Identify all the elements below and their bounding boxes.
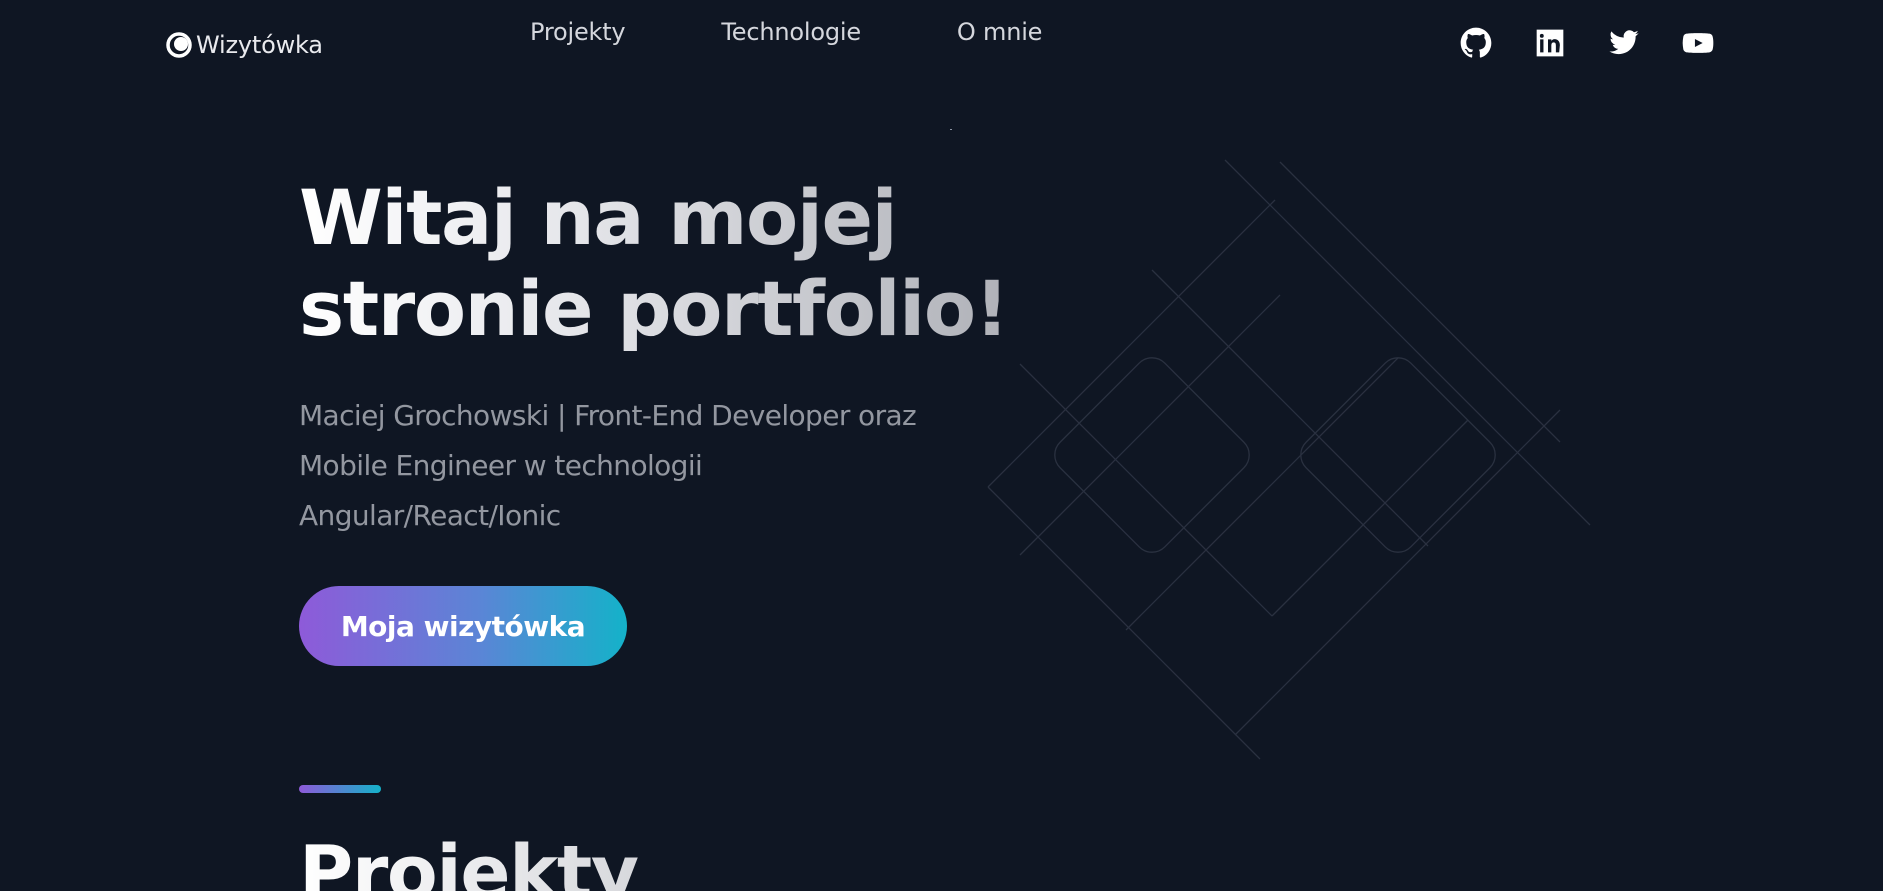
decorative-dot xyxy=(950,129,952,130)
hero-title: Witaj na mojej stronie portfolio! xyxy=(299,172,1059,354)
section-accent-bar xyxy=(299,785,381,793)
nav-link-projects[interactable]: Projekty xyxy=(530,18,626,46)
linkedin-icon[interactable] xyxy=(1534,27,1566,59)
youtube-icon[interactable] xyxy=(1682,27,1714,59)
hero-title-line-2: stronie portfolio! xyxy=(299,264,1008,353)
logo-link[interactable]: Wizytówka xyxy=(166,31,323,59)
nav-link-technologies[interactable]: Technologie xyxy=(721,18,861,46)
main-nav: Projekty Technologie O mnie xyxy=(530,18,1042,46)
logo-text: Wizytówka xyxy=(196,31,323,59)
hero-subtitle-line-1: Maciej Grochowski | Front-End Developer … xyxy=(299,399,917,432)
ring-logo-icon xyxy=(166,32,192,58)
github-icon[interactable] xyxy=(1460,27,1492,59)
hero-subtitle: Maciej Grochowski | Front-End Developer … xyxy=(299,391,999,541)
business-card-button[interactable]: Moja wizytówka xyxy=(299,586,627,666)
social-links xyxy=(1460,27,1714,59)
twitter-icon[interactable] xyxy=(1608,27,1640,59)
hero-subtitle-line-2: Mobile Engineer w technologii xyxy=(299,449,703,482)
geometric-background-graphic xyxy=(987,159,1591,760)
page: Wizytówka Projekty Technologie O mnie Wi… xyxy=(0,0,1883,891)
nav-link-about[interactable]: O mnie xyxy=(957,18,1043,46)
hero-subtitle-line-3: Angular/React/Ionic xyxy=(299,499,561,532)
projects-section-title: Projekty xyxy=(299,828,639,891)
hero-title-line-1: Witaj na mojej xyxy=(299,173,897,262)
